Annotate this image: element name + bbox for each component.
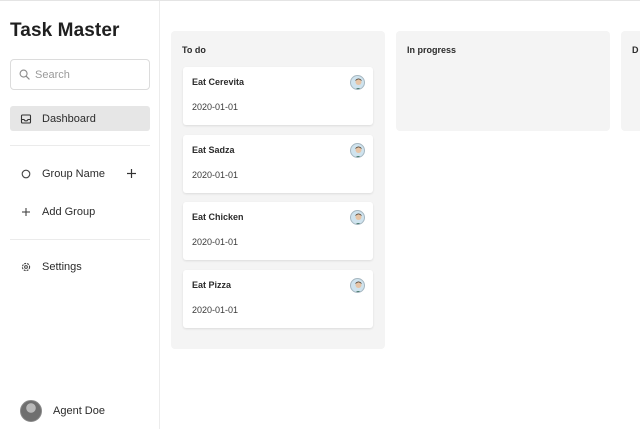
app-title: Task Master: [10, 20, 120, 41]
card-title: Eat Pizza: [192, 280, 232, 290]
sidebar-item-label: Group Name: [42, 167, 105, 180]
column-title: D: [632, 45, 639, 55]
app-window: Task Master Dashboard Group Name: [0, 0, 640, 429]
avatar: [350, 143, 365, 158]
avatar: [20, 400, 42, 422]
column-done: D: [621, 31, 640, 131]
avatar: [350, 278, 365, 293]
card-date: 2020-01-01: [192, 237, 239, 247]
card-date: 2020-01-01: [192, 305, 239, 315]
circle-icon: [20, 168, 32, 180]
avatar: [350, 75, 365, 90]
task-card[interactable]: Eat Sadza 2020-01-01: [183, 135, 373, 193]
card-title: Eat Sadza: [192, 145, 235, 155]
gear-icon: [20, 261, 32, 273]
sidebar-item-settings[interactable]: Settings: [10, 254, 150, 279]
card-title: Eat Cerevita: [192, 77, 245, 87]
column-todo: To do Eat Cerevita 2020-01-01 Eat Sadza …: [171, 31, 385, 349]
avatar: [350, 210, 365, 225]
sidebar-item-dashboard[interactable]: Dashboard: [10, 106, 150, 131]
task-card[interactable]: Eat Cerevita 2020-01-01: [183, 67, 373, 125]
divider: [10, 145, 150, 146]
plus-icon: [20, 206, 32, 218]
column-in-progress: In progress: [396, 31, 610, 131]
card-date: 2020-01-01: [192, 102, 239, 112]
add-task-plus-icon[interactable]: [124, 166, 138, 180]
search-input[interactable]: [35, 68, 135, 81]
column-title: To do: [182, 45, 206, 55]
user-name: Agent Doe: [53, 405, 105, 417]
task-card[interactable]: Eat Chicken 2020-01-01: [183, 202, 373, 260]
sidebar: Task Master Dashboard Group Name: [0, 1, 160, 429]
inbox-icon: [20, 113, 32, 125]
sidebar-item-label: Settings: [42, 260, 82, 273]
divider: [10, 239, 150, 240]
user-profile[interactable]: Agent Doe: [20, 400, 105, 422]
sidebar-item-label: Add Group: [42, 205, 96, 218]
task-card[interactable]: Eat Pizza 2020-01-01: [183, 270, 373, 328]
card-title: Eat Chicken: [192, 212, 244, 222]
search-box[interactable]: [10, 59, 150, 90]
column-title: In progress: [407, 45, 457, 55]
sidebar-item-label: Dashboard: [42, 112, 96, 125]
sidebar-item-group[interactable]: Group Name: [10, 161, 150, 186]
search-icon: [19, 69, 30, 80]
card-date: 2020-01-01: [192, 170, 239, 180]
add-group-button[interactable]: Add Group: [10, 199, 150, 224]
